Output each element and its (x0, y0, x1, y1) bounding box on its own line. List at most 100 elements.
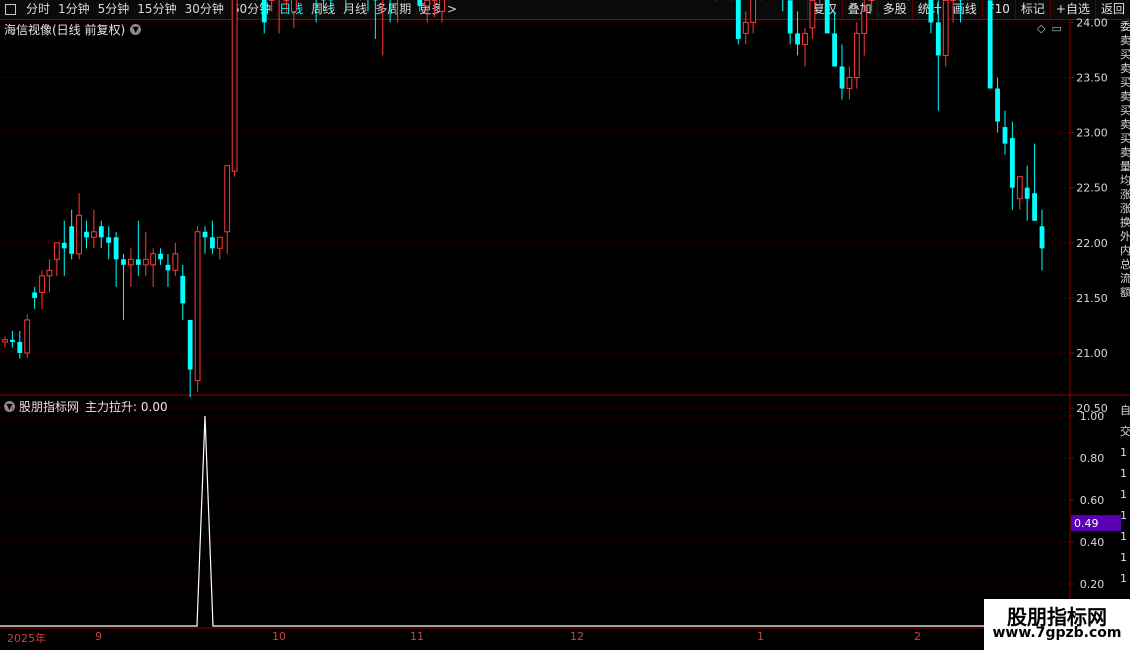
price-tick-label: 22.00 (1076, 237, 1108, 250)
candle-body (61, 242, 67, 249)
price-tick-label: 24.00 (1076, 16, 1108, 29)
indicator-tick-label: 0.80 (1080, 452, 1105, 465)
candle-body (261, 0, 267, 23)
quote-strip-char: 换 (1120, 216, 1130, 229)
candle-body (1024, 187, 1030, 199)
candle-body (69, 226, 75, 254)
candle-body (824, 0, 830, 34)
candle-body (158, 253, 163, 260)
candle-body (1039, 226, 1045, 249)
watermark: 股朋指标网 www.7gpzb.com (984, 599, 1130, 650)
candle-body (32, 292, 38, 298)
quote-strip-char: 卖 (1120, 146, 1130, 159)
candle-body (216, 236, 223, 249)
quote-strip-char: 卖 (1120, 34, 1130, 47)
candle-body (39, 275, 45, 293)
candle-body (24, 319, 31, 354)
candle-body (142, 258, 149, 266)
quote-strip-char: 涨 (1120, 188, 1130, 201)
candle-body (98, 226, 104, 238)
quote-strip-char: 交 (1120, 425, 1130, 438)
price-tick-label: 21.00 (1076, 347, 1108, 360)
quote-strip-char: 买 (1120, 104, 1130, 117)
candle-body (846, 77, 853, 90)
quote-strip: 委卖买卖买卖买卖买卖量均涨涨换外内总流额 (1120, 20, 1130, 390)
candle-body (439, 0, 445, 12)
candle-body (290, 0, 297, 12)
date-label: 12 (570, 630, 584, 643)
price-tick-label: 21.50 (1076, 292, 1108, 305)
candle-body (795, 33, 800, 45)
indicator-tick-label: 0.40 (1080, 536, 1105, 549)
candle-body (809, 0, 816, 29)
quote-strip-char: 1 (1120, 467, 1127, 480)
indicator-tick-label: 1.00 (1080, 410, 1105, 423)
candle-body (787, 0, 793, 34)
candle-body (853, 32, 860, 78)
quote-strip-char: 均 (1120, 174, 1130, 187)
candle-body (180, 275, 186, 304)
candle-body (224, 165, 231, 233)
date-label: 2 (914, 630, 921, 643)
candle-body (995, 88, 1000, 122)
quote-strip-char: 买 (1120, 48, 1130, 61)
candle-body (942, 0, 949, 56)
candle-body (113, 237, 119, 260)
date-label: 9 (95, 630, 102, 643)
candle-body (1016, 176, 1023, 200)
candle-body (231, 0, 238, 172)
candle-body (172, 253, 179, 271)
quote-strip-char: 1 (1120, 446, 1127, 459)
quote-strip-char: 1 (1120, 551, 1127, 564)
current-value-label: 0.49 (1074, 517, 1099, 530)
candle-body (742, 21, 749, 34)
candle-body (1002, 127, 1008, 144)
candle-body (84, 231, 89, 238)
candle-body (150, 253, 157, 266)
candle-body (165, 264, 171, 271)
quote-strip-char: 1 (1120, 488, 1127, 501)
quote-strip-char: 委 (1120, 20, 1130, 33)
candle-body (9, 339, 15, 342)
quote-strip-char: 量 (1120, 160, 1130, 173)
candle-body (424, 0, 431, 7)
quote-strip-char: 卖 (1120, 90, 1130, 103)
candle-body (76, 214, 82, 255)
candle-body (1009, 138, 1015, 188)
candle-body (135, 259, 141, 265)
date-label: 1 (757, 630, 764, 643)
quote-strip-char: 流 (1120, 272, 1130, 285)
candle-body (17, 341, 23, 353)
indicator-tick-label: 0.60 (1080, 494, 1105, 507)
quote-strip-lower: 自交 1 1 1 1 1 1 1 (1120, 400, 1130, 630)
candle-body (90, 231, 97, 238)
candle-body (106, 237, 112, 243)
candle-body (128, 258, 134, 266)
candle-body (735, 0, 741, 39)
quote-strip-char: 1 (1120, 572, 1127, 585)
chart-canvas[interactable]: 26.5026.0025.5025.0024.5024.0023.5023.00… (0, 0, 1130, 650)
quote-strip-char: 内 (1120, 244, 1130, 257)
candle-body (209, 237, 215, 249)
quote-strip-char: 总 (1120, 258, 1130, 271)
candle-body (750, 0, 757, 23)
quote-strip-char: 涨 (1120, 202, 1130, 215)
candle-body (832, 33, 838, 67)
indicator-tick-label: 0.20 (1080, 578, 1105, 591)
quote-strip-char: 外 (1120, 230, 1130, 243)
date-label: 2025年 (7, 632, 46, 645)
quote-strip-char: 自 (1120, 404, 1130, 417)
candle-body (417, 0, 423, 6)
candle-body (46, 269, 53, 277)
candle-body (861, 10, 868, 34)
quote-strip-char: 卖 (1120, 118, 1130, 131)
quote-strip-char: 1 (1120, 509, 1127, 522)
watermark-url: www.7gpzb.com (992, 625, 1122, 641)
date-label: 10 (272, 630, 286, 643)
candle-body (53, 242, 60, 260)
candle-body (935, 22, 941, 56)
indicator-line (0, 415, 1070, 627)
candle-body (928, 0, 934, 23)
price-tick-label: 23.00 (1076, 127, 1108, 140)
price-tick-label: 23.50 (1076, 72, 1108, 85)
